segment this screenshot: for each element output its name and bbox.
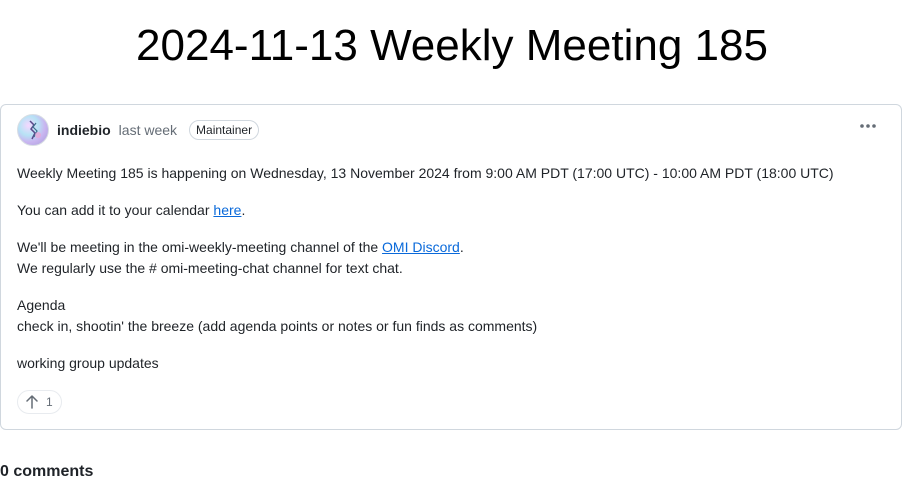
more-options-button[interactable]	[859, 119, 879, 133]
working-group-text: working group updates	[17, 355, 159, 371]
calendar-link[interactable]: here	[213, 202, 241, 218]
discord-prefix: We'll be meeting in the omi-weekly-meeti…	[17, 239, 383, 255]
chat-channel-text: We regularly use the # omi-meeting-chat …	[17, 260, 403, 276]
comments-count: 0 comments	[0, 463, 94, 480]
upvote-button[interactable]: 1	[17, 390, 62, 414]
calendar-prefix: You can add it to your calendar	[17, 202, 214, 218]
author-name[interactable]: indiebio	[57, 122, 111, 138]
post-timestamp[interactable]: last week	[119, 122, 177, 138]
avatar-image	[29, 120, 41, 140]
arrow-up-icon	[26, 395, 38, 409]
agenda-heading: Agenda	[17, 297, 66, 313]
calendar-paragraph: You can add it to your calendar here.	[17, 200, 877, 221]
calendar-suffix: .	[241, 202, 246, 218]
avatar[interactable]	[17, 114, 49, 146]
agenda-paragraph: Agenda check in, shootin' the breeze (ad…	[17, 295, 877, 337]
kebab-horizontal-icon	[860, 124, 876, 128]
discord-suffix: .	[459, 239, 464, 255]
discord-paragraph: We'll be meeting in the omi-weekly-meeti…	[17, 237, 877, 279]
agenda-item: check in, shootin' the breeze (add agend…	[17, 318, 538, 334]
discord-link[interactable]: OMI Discord	[382, 239, 460, 255]
meeting-time-text: Weekly Meeting 185 is happening on Wedne…	[17, 165, 834, 181]
page-title: 2024-11-13 Weekly Meeting 185	[136, 21, 768, 70]
post-header: indiebio last week Maintainer	[17, 113, 260, 147]
discussion-post: indiebio last week Maintainer Weekly Mee…	[0, 104, 902, 430]
upvote-count: 1	[46, 395, 53, 409]
maintainer-badge: Maintainer	[189, 120, 260, 140]
post-body: Weekly Meeting 185 is happening on Wedne…	[17, 163, 877, 390]
